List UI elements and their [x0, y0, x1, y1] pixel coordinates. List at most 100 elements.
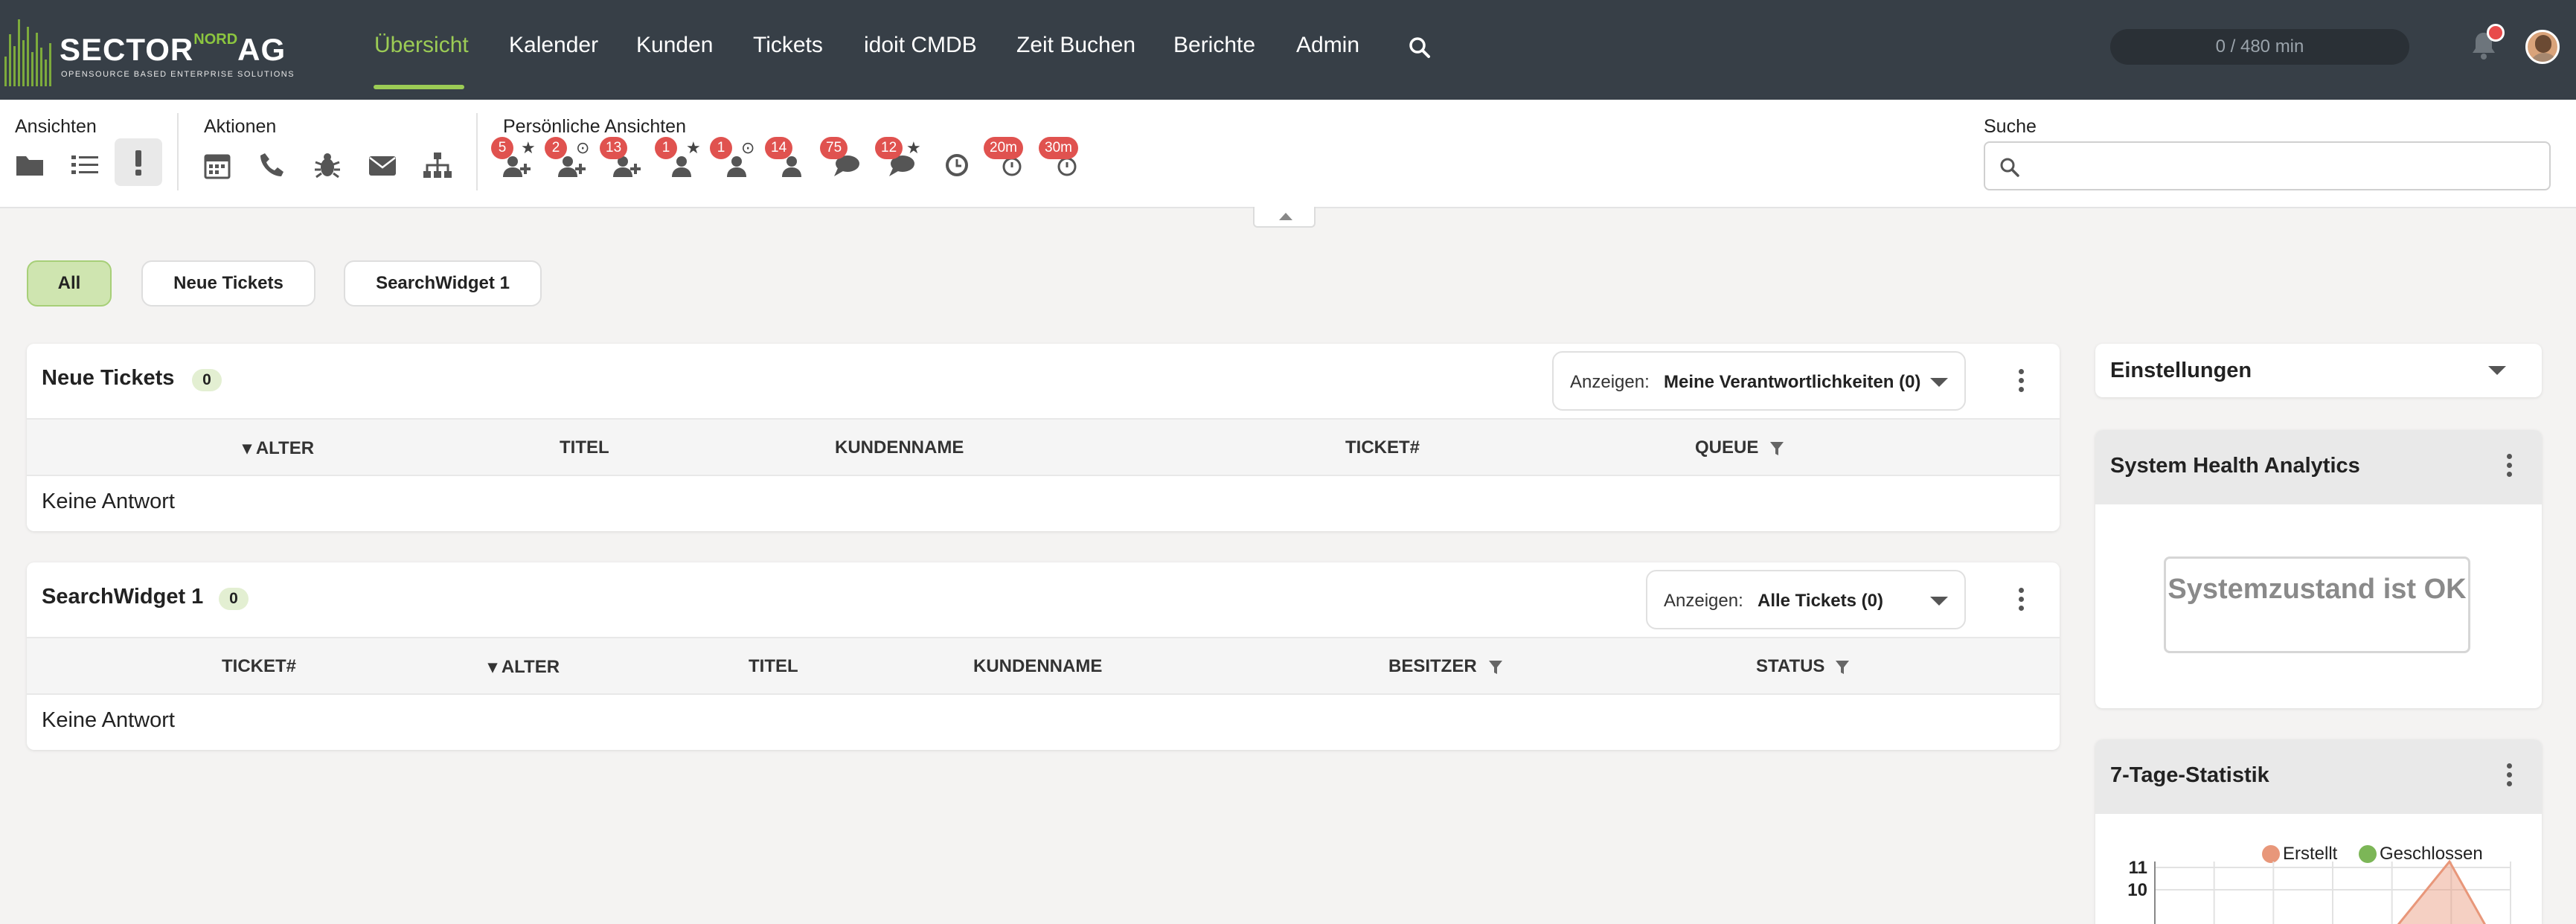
- y-tick-label: 10: [2127, 880, 2147, 900]
- empty-state-text: Keine Antwort: [42, 490, 175, 513]
- star-icon: ★: [686, 138, 701, 157]
- caret-down-icon: [1930, 378, 1948, 387]
- filter-neue-tickets[interactable]: Neue Tickets: [141, 260, 315, 307]
- caret-down-icon[interactable]: [2488, 366, 2506, 375]
- logo-tagline: OPENSOURCE BASED ENTERPRISE SOLUTIONS: [61, 70, 295, 79]
- badge-new-tickets: 5: [491, 137, 513, 159]
- dropdown-label: Anzeigen:: [1570, 372, 1650, 392]
- ticket-count-badge: 0: [219, 588, 249, 610]
- star-icon: ★: [521, 138, 536, 157]
- envelope-icon[interactable]: [366, 149, 399, 182]
- search-label: Suche: [1984, 116, 2037, 137]
- filter-icon[interactable]: [1488, 659, 1503, 676]
- column-header-alter[interactable]: ▾ ALTER: [488, 656, 560, 678]
- calendar-icon[interactable]: [201, 149, 234, 182]
- column-header-titel[interactable]: TITEL: [560, 437, 609, 458]
- badge-reminder: 30m: [1039, 137, 1078, 159]
- widget-searchwidget-1: SearchWidget 1 0 Anzeigen: Alle Tickets …: [27, 562, 2060, 750]
- widget-menu-icon[interactable]: [2505, 454, 2513, 481]
- search-input[interactable]: [1984, 141, 2551, 190]
- widget-title: 7-Tage-Statistik: [2110, 763, 2269, 787]
- dropdown-value: Meine Verantwortlichkeiten (0): [1664, 372, 1921, 392]
- top-navigation-bar: SECTORNORDAG OPENSOURCE BASED ENTERPRISE…: [0, 0, 2576, 100]
- ticket-count-badge: 0: [192, 369, 222, 391]
- bug-icon[interactable]: [311, 149, 344, 182]
- dropdown-label: Anzeigen:: [1664, 591, 1743, 611]
- personal-views-label: Persönliche Ansichten: [503, 116, 686, 137]
- phone-icon[interactable]: [256, 149, 289, 182]
- search-icon[interactable]: [1408, 36, 1432, 60]
- column-header-besitzer[interactable]: BESITZER: [1388, 656, 1477, 677]
- series-area-erstellt: [2397, 859, 2486, 924]
- nav-item-idoit-cmdb[interactable]: idoit CMDB: [864, 33, 977, 58]
- filter-searchwidget-1[interactable]: SearchWidget 1: [344, 260, 542, 307]
- list-icon[interactable]: [68, 149, 101, 182]
- badge-reminder: 20m: [984, 137, 1023, 159]
- star-icon: ★: [906, 138, 921, 157]
- badge-owned-tickets: 14: [765, 137, 793, 159]
- filter-icon[interactable]: [1835, 659, 1850, 676]
- views-label: Ansichten: [15, 116, 97, 137]
- widget-menu-icon[interactable]: [2016, 588, 2025, 615]
- badge-new-tickets: 2: [545, 137, 567, 159]
- company-logo[interactable]: SECTORNORDAG OPENSOURCE BASED ENTERPRISE…: [0, 6, 313, 89]
- y-tick-label: 11: [2129, 858, 2147, 878]
- badge-owned-tickets: 1: [655, 137, 677, 159]
- widget-title: System Health Analytics: [2110, 454, 2360, 478]
- settings-title: Einstellungen: [2110, 359, 2252, 382]
- actions-label: Aktionen: [204, 116, 277, 137]
- nav-item-admin[interactable]: Admin: [1296, 33, 1359, 58]
- toolbar-collapse-toggle[interactable]: [1253, 207, 1316, 228]
- clock-icon[interactable]: [941, 149, 973, 182]
- column-header-kundenname[interactable]: KUNDENNAME: [973, 656, 1102, 677]
- column-header-ticket[interactable]: TICKET#: [222, 656, 296, 677]
- nav-item-kunden[interactable]: Kunden: [636, 33, 713, 58]
- table-header: TICKET# ▾ ALTER TITEL KUNDENNAME BESITZE…: [27, 637, 2060, 695]
- nav-active-indicator: [374, 85, 464, 89]
- column-header-status[interactable]: STATUS: [1756, 656, 1824, 677]
- nav-item-uebersicht[interactable]: Übersicht: [374, 33, 469, 58]
- nav-item-tickets[interactable]: Tickets: [753, 33, 823, 58]
- caret-down-icon: [1930, 597, 1948, 606]
- toolbar: Ansichten Aktionen Persönliche Ansichten…: [0, 100, 2576, 208]
- widget-neue-tickets: Neue Tickets 0 Anzeigen: Meine Verantwor…: [27, 344, 2060, 531]
- settings-panel[interactable]: Einstellungen: [2095, 344, 2542, 397]
- clock-icon: ⊙: [741, 138, 755, 157]
- nav-item-kalender[interactable]: Kalender: [509, 33, 598, 58]
- notification-dot: [2487, 24, 2505, 42]
- logo-wordmark: SECTORNORDAG: [60, 31, 286, 67]
- column-header-kundenname[interactable]: KUNDENNAME: [835, 437, 964, 458]
- toolbar-divider: [476, 113, 478, 190]
- column-header-ticket[interactable]: TICKET#: [1345, 437, 1420, 458]
- folder-icon[interactable]: [13, 149, 46, 182]
- show-filter-dropdown[interactable]: Anzeigen: Meine Verantwortlichkeiten (0): [1552, 351, 1966, 411]
- time-tracker-progress[interactable]: 0 / 480 min: [2110, 29, 2409, 65]
- sitemap-icon[interactable]: [421, 149, 454, 182]
- widget-title: SearchWidget 1: [42, 585, 204, 609]
- exclamation-icon[interactable]: [115, 138, 162, 186]
- nav-item-zeit-buchen[interactable]: Zeit Buchen: [1016, 33, 1135, 58]
- empty-state-text: Keine Antwort: [42, 708, 175, 732]
- badge-responsible: 75: [820, 137, 848, 159]
- system-health-status: Systemzustand ist OK: [2164, 556, 2470, 653]
- toolbar-divider: [177, 113, 179, 190]
- column-header-queue[interactable]: QUEUE: [1695, 437, 1758, 458]
- badge-owned-tickets: 1: [710, 137, 732, 159]
- filter-all[interactable]: All: [27, 260, 112, 307]
- user-avatar[interactable]: [2525, 30, 2560, 64]
- column-header-alter[interactable]: ▾ ALTER: [243, 437, 314, 459]
- column-header-titel[interactable]: TITEL: [749, 656, 798, 677]
- search-icon: [2000, 158, 2019, 177]
- badge-new-tickets: 13: [600, 137, 628, 159]
- table-header: ▾ ALTER TITEL KUNDENNAME TICKET# QUEUE: [27, 418, 2060, 476]
- filter-icon[interactable]: [1769, 440, 1784, 457]
- badge-responsible: 12: [875, 137, 903, 159]
- logo-bars-graphic: [4, 12, 54, 86]
- dropdown-value: Alle Tickets (0): [1758, 591, 1883, 611]
- stats-chart: 1110: [2127, 858, 2511, 924]
- widget-menu-icon[interactable]: [2016, 369, 2025, 396]
- widget-menu-icon[interactable]: [2505, 763, 2513, 790]
- show-filter-dropdown[interactable]: Anzeigen: Alle Tickets (0): [1646, 570, 1966, 629]
- nav-item-berichte[interactable]: Berichte: [1173, 33, 1255, 58]
- widget-system-health: System Health Analytics Systemzustand is…: [2095, 430, 2542, 708]
